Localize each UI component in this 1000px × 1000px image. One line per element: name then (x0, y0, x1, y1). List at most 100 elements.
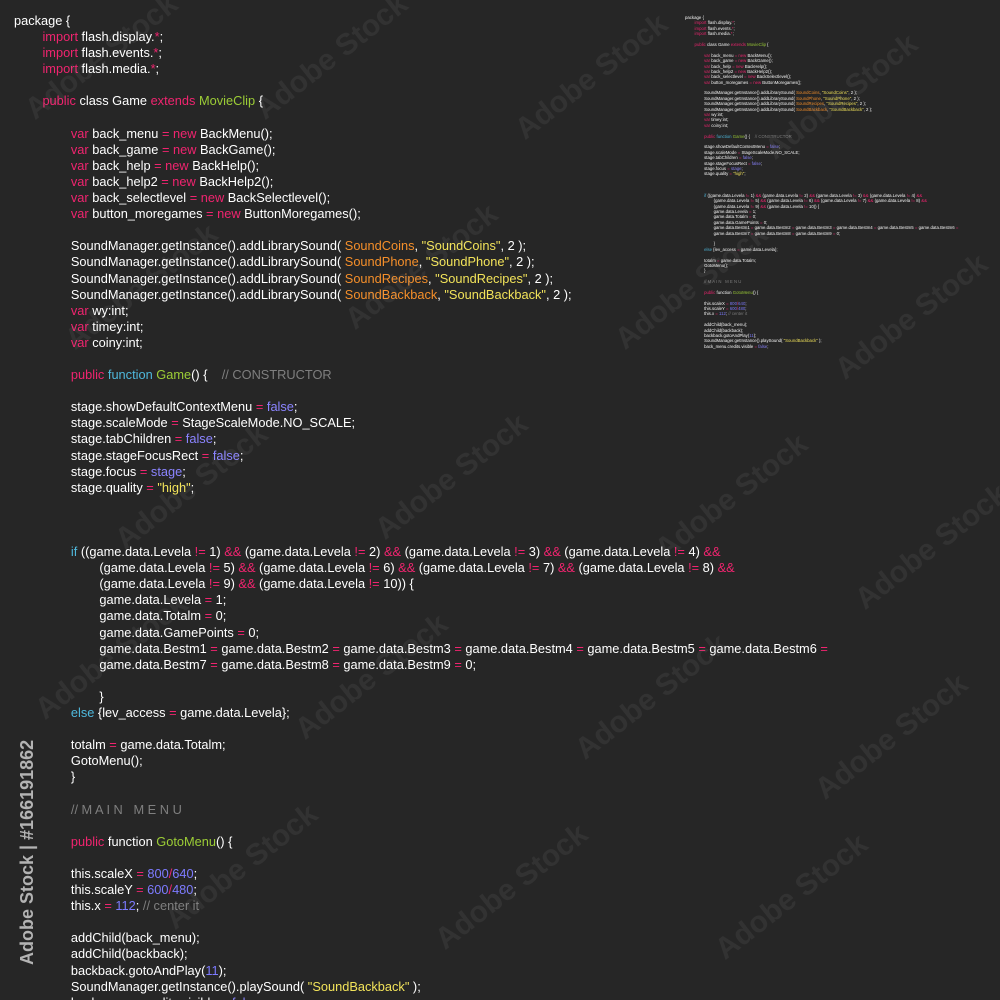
code-token: false (182, 431, 213, 447)
code-line: this.scaleX = 800/640; (14, 866, 914, 882)
code-token: 1; (212, 592, 227, 608)
code-token: SoundManager.getInstance().playSound( (14, 978, 308, 994)
code-token: stage.tabChildren (14, 431, 175, 447)
code-token: public (14, 93, 76, 109)
code-token: , 2 ); (509, 254, 535, 270)
code-token: SoundManager.getInstance().addLibrarySou… (14, 238, 345, 254)
code-token: var (685, 79, 711, 85)
code-token: game.data.Levela}; (739, 246, 778, 252)
code-token: (game.data.Levela (814, 192, 853, 198)
code-token: false (209, 447, 240, 463)
code-token: flash.events. (78, 45, 154, 61)
code-token: != (354, 544, 366, 560)
code-token: back_menu.credits.visible (14, 995, 221, 1000)
code-token: var (685, 117, 711, 123)
code-line: addChild(back_menu); (14, 930, 914, 946)
code-token: BackGame(); (746, 58, 773, 64)
code-token: game.data.Bestm4 (461, 640, 577, 656)
code-token: BackHelp(); (743, 63, 768, 69)
code-token: "SoundRecipes" (826, 101, 858, 107)
code-token: GotoMenu(); (685, 262, 729, 268)
code-token: game.data.Bestm8 (753, 230, 792, 236)
code-token: (game.data.Levela (766, 198, 805, 204)
code-token: != (194, 544, 206, 560)
code-token: ((game.data.Levela (77, 544, 195, 560)
code-token: , 2 ); (500, 238, 527, 254)
code-line: stage.tabChildren = false; (14, 431, 914, 447)
code-token: = (146, 479, 154, 495)
code-token: backback.gotoAndPlay( (14, 962, 206, 978)
code-token: (game.data.Levela (241, 544, 355, 560)
code-token: back_help2 (710, 68, 735, 74)
code-token: game.data.Bestm2 (753, 225, 792, 231)
code-token: package { (685, 15, 704, 20)
code-line: (game.data.Levela != 9) && (game.data.Le… (14, 576, 914, 592)
code-token: } (14, 688, 104, 704)
code-token: 112 (111, 898, 136, 914)
code-token: addChild(backback); (14, 946, 188, 962)
code-token: flash.display. (78, 29, 155, 45)
code-editor: package { import flash.display.*; import… (0, 0, 1000, 1000)
code-token: GotoMenu (156, 833, 217, 849)
code-token: SoundManager.getInstance().addLibrarySou… (685, 95, 797, 101)
code-token: class Game (705, 41, 731, 47)
code-token: != (688, 560, 700, 576)
code-token: 640 (172, 865, 194, 881)
code-line: } (14, 689, 914, 705)
code-token: // CONSTRUCTOR (754, 133, 792, 139)
code-token: != (528, 560, 540, 576)
code-token: var (14, 318, 89, 334)
code-token: stage.quality (14, 479, 147, 495)
code-token: game.data.Bestm9 (339, 656, 455, 672)
code-token: = (204, 608, 213, 624)
code-token: ); (817, 338, 822, 344)
code-token: ; (745, 300, 747, 306)
code-token: (game.data.Levela (14, 560, 209, 576)
code-token: = (332, 656, 340, 672)
code-token: = (109, 737, 117, 753)
code-line: game.data.Totalm = 0; (14, 608, 914, 624)
code-token: BackMenu(); (746, 52, 772, 58)
code-token: 1) (205, 544, 225, 560)
code-token: new (169, 125, 197, 141)
code-token: // center it (142, 898, 200, 914)
code-token: extends (150, 93, 196, 109)
code-token: 800 (143, 865, 169, 881)
code-token: != (208, 576, 220, 592)
code-token: , 2 ); (851, 95, 860, 101)
code-token: // M A I N M E N U (14, 801, 182, 817)
code-token: // M A I N M E N U (685, 279, 742, 285)
code-token: 0; (461, 656, 477, 672)
code-token: , 2 ); (863, 106, 873, 112)
code-token: button_moregames (710, 79, 750, 85)
vertical-watermark: Adobe Stock | #166191862 (17, 739, 37, 965)
code-token: 10)) { (807, 203, 820, 209)
code-token: BackMenu(); (196, 125, 273, 141)
code-token: SoundRecipes (796, 101, 825, 107)
code-token: game.data.Totalm; (116, 737, 226, 753)
code-token: back_help (710, 63, 733, 69)
code-token: addChild(backback); (685, 327, 744, 333)
code-line: stage.scaleMode = StageScaleMode.NO_SCAL… (14, 415, 914, 431)
code-token: ; (135, 898, 143, 914)
code-token: back_game (710, 58, 735, 64)
code-token: new (197, 190, 225, 206)
code-token: addChild(back_menu); (14, 930, 200, 946)
code-token: ((game.data.Levela (706, 192, 746, 198)
code-token: game.data.Bestm3 (794, 225, 833, 231)
code-token: MovieClip (745, 41, 766, 47)
code-token: () { (752, 289, 759, 295)
code-token: != (514, 544, 526, 560)
code-token: back_game (88, 141, 162, 157)
code-token: 9) (219, 576, 239, 592)
code-token: this.scaleY (685, 306, 726, 312)
code-token: BackGame(); (196, 141, 276, 157)
code-line: stage.focus = stage; (14, 464, 914, 480)
code-token: "SoundCoins" (821, 90, 849, 96)
code-token: new (161, 157, 189, 173)
code-token: false (768, 144, 779, 150)
code-token: else (685, 246, 712, 252)
code-token: (game.data.Levela (761, 192, 800, 198)
code-token: != (208, 560, 220, 576)
